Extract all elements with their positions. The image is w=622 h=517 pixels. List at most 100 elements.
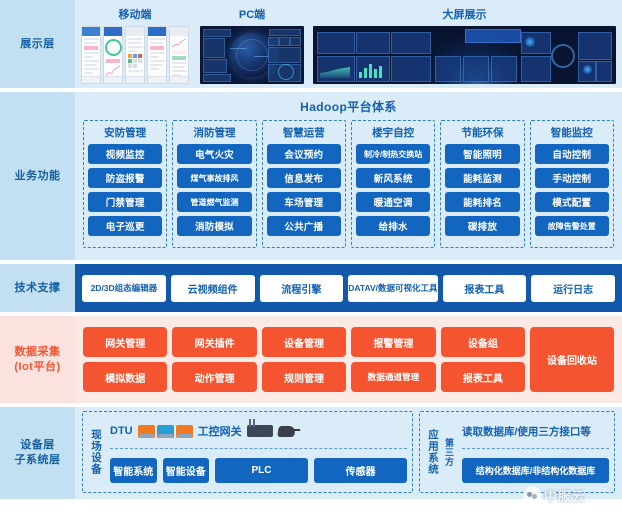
hadoop-platform-title: Hadoop平台体系 <box>300 100 397 114</box>
iot-column: 报警管理 数据通道管理 <box>351 327 436 392</box>
mobile-screenshots <box>81 26 189 84</box>
business-layer-body: Hadoop平台体系 安防管理 视频监控 防盗报警 门禁管理 电子巡更 消防管理… <box>75 92 622 260</box>
technical-item[interactable]: DATAV/数据可视化工具 <box>348 274 438 302</box>
device-pill[interactable]: 传感器 <box>314 458 407 483</box>
technical-layer-label: 技术支撑 <box>0 264 75 312</box>
device-pill[interactable]: 智能设备 <box>162 458 209 483</box>
technical-item[interactable]: 流程引擎 <box>259 274 344 302</box>
pc-dashboard-screenshot <box>200 26 304 84</box>
business-item[interactable]: 视频监控 <box>88 144 163 164</box>
iot-items-grid: 网关管理 模拟数据 网关插件 动作管理 设备管理 规则管理 报警管理 数据通道管… <box>83 327 526 392</box>
business-item[interactable]: 消防模拟 <box>177 216 252 236</box>
field-devices-block: 现场设备 DTU 工控网关 智能系统 智能设备 PLC 传感器 <box>82 411 413 493</box>
industrial-gateway-icon <box>246 419 273 437</box>
business-item[interactable]: 手动控制 <box>534 168 609 188</box>
presentation-item-mobile: 移动端 <box>79 3 191 84</box>
application-systems-top-label: 读取数据库/使用三方接口等 <box>462 425 591 438</box>
business-item[interactable]: 信息发布 <box>266 168 341 188</box>
technical-item[interactable]: 运行日志 <box>531 274 615 302</box>
device-layer-label: 设备层 子系统层 <box>0 407 75 499</box>
business-item[interactable]: 新风系统 <box>355 168 431 188</box>
presentation-layer-label: 展示层 <box>0 0 75 88</box>
device-pill[interactable]: 智能系统 <box>110 458 157 483</box>
business-item[interactable]: 公共广播 <box>266 216 341 236</box>
presentation-layer-body: 移动端 PC端 大屏展示 <box>75 0 622 88</box>
business-column-building-automation: 楼宇自控 制冷/制热交换站 新风系统 暖通空调 给排水 <box>350 120 436 248</box>
device-label-line2: 子系统层 <box>14 454 61 466</box>
column-title: 智慧运营 <box>282 127 325 139</box>
business-item[interactable]: 电子巡更 <box>88 216 163 236</box>
business-item[interactable]: 电气火灾 <box>177 144 252 164</box>
iot-column: 设备组 报表工具 <box>440 327 526 392</box>
technical-layer-body: 2D/3D组态编辑器 云视频组件 流程引擎 DATAV/数据可视化工具 报表工具… <box>75 264 622 312</box>
dtu-device-icon <box>137 424 193 438</box>
business-item[interactable]: 能耗监测 <box>445 168 520 188</box>
business-item[interactable]: 自动控制 <box>534 144 609 164</box>
business-item[interactable]: 管道燃气监测 <box>177 192 252 212</box>
device-pill[interactable]: PLC <box>215 458 308 483</box>
business-item[interactable]: 给排水 <box>355 216 431 236</box>
technical-item[interactable]: 2D/3D组态编辑器 <box>82 274 166 302</box>
presentation-item-pc: PC端 <box>197 3 307 84</box>
business-item[interactable]: 防盗报警 <box>88 168 163 188</box>
data-acquisition-layer-body: 网关管理 模拟数据 网关插件 动作管理 设备管理 规则管理 报警管理 数据通道管… <box>75 316 622 403</box>
business-item[interactable]: 智能照明 <box>445 144 520 164</box>
iot-item[interactable]: 设备管理 <box>261 327 347 357</box>
technical-layer-row: 技术支撑 2D/3D组态编辑器 云视频组件 流程引擎 DATAV/数据可视化工具… <box>0 264 622 312</box>
sensor-icon <box>276 425 296 437</box>
database-pill[interactable]: 结构化数据库/非结构化数据库 <box>462 458 609 483</box>
business-item[interactable]: 煤气事故排风 <box>177 168 252 188</box>
device-layer-body: 现场设备 DTU 工控网关 智能系统 智能设备 PLC 传感器 应用系统 第三方… <box>75 407 622 499</box>
business-item[interactable]: 故障告警处置 <box>534 216 609 236</box>
database-pill-row: 结构化数据库/非结构化数据库 <box>462 453 609 488</box>
business-column-operations: 智慧运营 会议预约 信息发布 车场管理 公共广播 <box>261 120 346 248</box>
presentation-item-bigscreen: 大屏展示 <box>313 3 616 84</box>
business-item[interactable]: 车场管理 <box>266 192 341 212</box>
business-item[interactable]: 制冷/制热交换站 <box>355 144 431 164</box>
business-item[interactable]: 门禁管理 <box>88 192 163 212</box>
business-item[interactable]: 暖通空调 <box>355 192 431 212</box>
business-column-intelligent-monitoring: 智能监控 自动控制 手动控制 模式配置 故障告警处置 <box>529 120 614 248</box>
data-acquisition-label-line2: (Iot平台) <box>14 360 61 373</box>
dtu-label: DTU <box>110 425 133 437</box>
data-acquisition-layer-label: 数据采集 (Iot平台) <box>0 316 75 403</box>
industrial-gateway-label: 工控网关 <box>197 426 242 438</box>
iot-item[interactable]: 报表工具 <box>440 362 526 392</box>
presentation-layer-row: 展示层 移动端 PC端 大屏展示 <box>0 0 622 88</box>
phone-screenshot <box>103 26 123 84</box>
column-title: 智能监控 <box>550 127 593 139</box>
third-party-vertical-label: 第三方 <box>444 437 454 467</box>
data-acquisition-layer-row: 数据采集 (Iot平台) 网关管理 模拟数据 网关插件 动作管理 设备管理 规则… <box>0 316 622 403</box>
phone-screenshot <box>81 26 101 84</box>
bigscreen-title: 大屏展示 <box>442 9 487 21</box>
iot-column: 设备管理 规则管理 <box>261 327 347 392</box>
iot-item[interactable]: 数据通道管理 <box>351 362 436 392</box>
iot-item[interactable]: 报警管理 <box>351 327 436 357</box>
technical-item[interactable]: 报表工具 <box>442 274 527 302</box>
iot-item[interactable]: 设备组 <box>440 327 526 357</box>
column-title: 消防管理 <box>193 127 236 139</box>
business-item[interactable]: 能耗排名 <box>445 192 520 212</box>
phone-screenshot <box>125 26 145 84</box>
architecture-diagram: 展示层 移动端 PC端 大屏展示 业务功能 Hadoop平台体系 安防管理 视频… <box>0 0 622 517</box>
iot-column: 网关管理 模拟数据 <box>83 327 168 392</box>
application-systems-block: 应用系统 第三方 读取数据库/使用三方接口等 结构化数据库/非结构化数据库 <box>419 411 615 493</box>
business-item[interactable]: 模式配置 <box>534 192 609 212</box>
technical-item[interactable]: 云视频组件 <box>170 274 255 302</box>
application-systems-vertical-label: 应用系统 <box>427 429 439 475</box>
business-item[interactable]: 碳排放 <box>445 216 520 236</box>
field-devices-icon-row: DTU 工控网关 <box>110 416 407 446</box>
iot-item[interactable]: 网关管理 <box>83 327 168 357</box>
iot-item[interactable]: 模拟数据 <box>83 362 168 392</box>
business-item[interactable]: 会议预约 <box>266 144 341 164</box>
large-screen-dashboard <box>313 26 616 84</box>
phone-screenshot <box>169 26 189 84</box>
device-layer-row: 设备层 子系统层 现场设备 DTU 工控网关 智能系统 智能设备 PLC 传感器… <box>0 407 622 499</box>
iot-item-recycle-bin[interactable]: 设备回收站 <box>530 327 614 392</box>
iot-item[interactable]: 动作管理 <box>172 362 257 392</box>
iot-item[interactable]: 网关插件 <box>172 327 257 357</box>
iot-item[interactable]: 规则管理 <box>261 362 347 392</box>
mobile-title: 移动端 <box>118 9 152 21</box>
business-layer-label: 业务功能 <box>0 92 75 260</box>
pc-title: PC端 <box>238 9 266 21</box>
